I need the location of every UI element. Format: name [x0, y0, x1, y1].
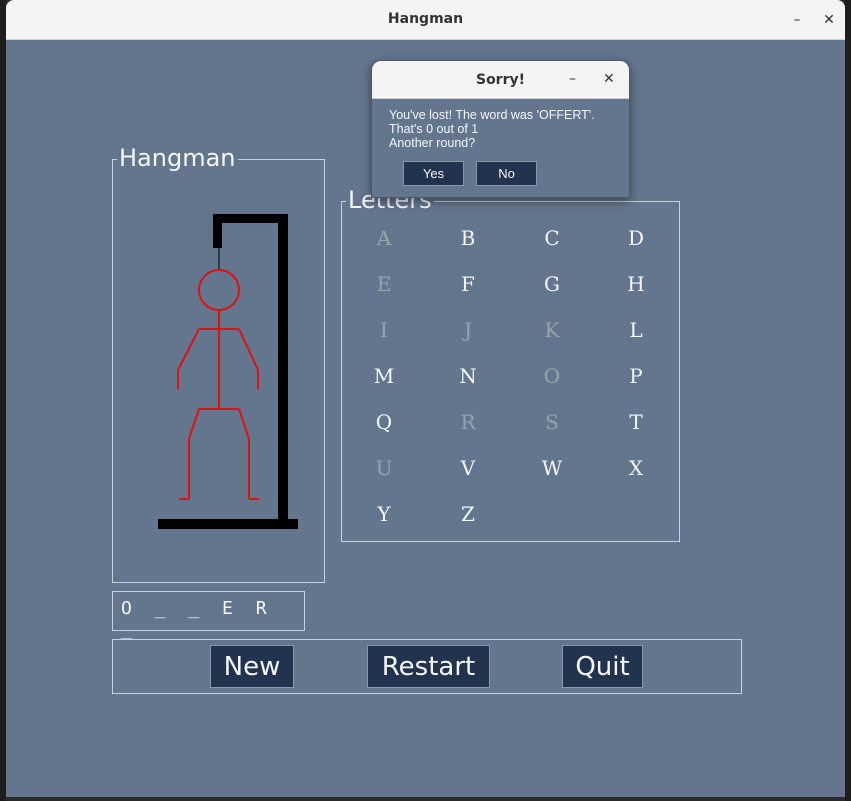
letter-o-button: O — [543, 364, 561, 388]
letter-e-button: E — [376, 272, 392, 296]
letters-panel: Letters ABCDEFGHIJKLMNOPQRSTUVWXYZ — [341, 186, 680, 542]
gallows-beam — [213, 214, 288, 223]
letter-n-button[interactable]: N — [448, 364, 488, 388]
letter-l-button[interactable]: L — [616, 318, 656, 342]
letter-i-button: I — [380, 318, 388, 342]
dialog-message-line2: That's 0 out of 1 — [389, 122, 479, 136]
desktop-edge-right — [845, 0, 851, 801]
letter-a-button: A — [376, 226, 392, 250]
dialog-minimize-icon[interactable]: – — [569, 71, 576, 87]
new-button[interactable]: New — [210, 645, 294, 688]
letter-g-button[interactable]: G — [532, 272, 572, 296]
letter-y-button[interactable]: Y — [364, 502, 404, 526]
letter-b-button[interactable]: B — [448, 226, 488, 250]
window-titlebar[interactable]: Hangman – ✕ — [6, 0, 845, 40]
letter-z-button[interactable]: Z — [448, 502, 488, 526]
yes-button[interactable]: Yes — [403, 161, 464, 186]
letter-m-button[interactable]: M — [364, 364, 404, 388]
figure-head — [198, 269, 240, 311]
window-title: Hangman — [387, 11, 464, 27]
no-button[interactable]: No — [476, 161, 537, 186]
lost-dialog: Sorry! – ✕ You've lost! The word was 'OF… — [371, 60, 630, 198]
word-display: O _ _ E R _ — [112, 591, 305, 640]
letter-h-button[interactable]: H — [616, 272, 656, 296]
hanged-figure — [177, 269, 259, 500]
gallows-base — [158, 519, 298, 529]
letter-v-button[interactable]: V — [448, 456, 488, 480]
minimize-icon[interactable]: – — [788, 11, 806, 29]
gallows-post — [278, 214, 288, 524]
letter-r-button: R — [460, 410, 476, 434]
letter-j-button: J — [463, 318, 473, 342]
letter-x-button[interactable]: X — [616, 456, 656, 480]
figure-left-arm — [177, 328, 200, 371]
gallows-drawing — [158, 214, 298, 529]
dialog-message-line1: You've lost! The word was 'OFFERT'. — [389, 108, 595, 122]
letter-w-button[interactable]: W — [532, 456, 572, 480]
letter-q-button[interactable]: Q — [364, 410, 404, 434]
letter-k-button: K — [544, 318, 560, 342]
gallows-bracket — [213, 214, 222, 248]
dialog-message-line3: Another round? — [389, 136, 476, 150]
restart-button[interactable]: Restart — [367, 645, 490, 688]
hangman-panel: Hangman — [112, 144, 325, 583]
dialog-title: Sorry! — [475, 72, 526, 88]
quit-button[interactable]: Quit — [562, 645, 643, 688]
letter-c-button[interactable]: C — [532, 226, 572, 250]
word-progress: O _ _ E R _ — [121, 598, 273, 640]
dialog-close-icon[interactable]: ✕ — [603, 71, 615, 87]
dialog-titlebar[interactable]: Sorry! – ✕ — [372, 61, 629, 99]
button-bar: New Restart Quit — [112, 639, 742, 694]
figure-left-thigh — [188, 408, 200, 440]
letter-p-button[interactable]: P — [616, 364, 656, 388]
figure-right-arm — [238, 328, 259, 371]
letter-d-button[interactable]: D — [616, 226, 656, 250]
letter-s-button: S — [545, 410, 559, 434]
letter-u-button: U — [375, 456, 393, 480]
figure-right-thigh — [238, 408, 250, 440]
close-icon[interactable]: ✕ — [820, 11, 838, 29]
letter-t-button[interactable]: T — [616, 410, 656, 434]
letter-f-button[interactable]: F — [448, 272, 488, 296]
